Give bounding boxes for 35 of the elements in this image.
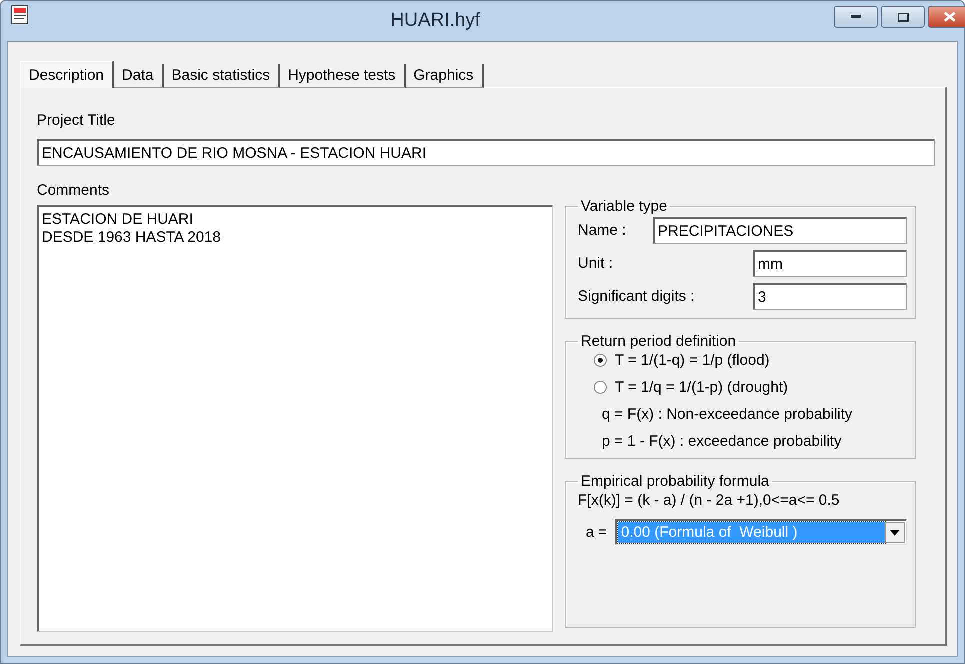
tab[interactable]: Data [114, 64, 164, 88]
input-field[interactable]: PRECIPITACIONES [653, 217, 907, 244]
group-title: Empirical probability formula [580, 473, 770, 490]
radio-button[interactable] [594, 354, 607, 367]
comments-field[interactable]: ESTACION DE HUARI DESDE 1963 HASTA 2018 [37, 205, 553, 632]
note-text: p = 1 - F(x) : exceedance probability [601, 433, 843, 450]
document-icon [11, 5, 29, 25]
field-label: Significant digits : [578, 288, 695, 305]
tab[interactable]: Description [20, 61, 114, 88]
caret-icon [890, 530, 900, 536]
close-icon [944, 12, 956, 22]
field-label: Name : [578, 222, 626, 239]
minimize-icon [851, 15, 861, 19]
close-button[interactable] [928, 6, 965, 28]
group-title: Return period definition [580, 333, 738, 350]
radio-option[interactable]: T = 1/(1-q) = 1/p (flood) [578, 352, 907, 369]
tab[interactable]: Hypothese tests [280, 64, 406, 88]
field-label: Comments [37, 182, 111, 199]
tab[interactable]: Basic statistics [164, 64, 280, 88]
group-title: Variable type [580, 198, 668, 215]
input-field[interactable]: 3 [753, 283, 907, 310]
maximize-button[interactable] [881, 6, 925, 28]
radio-button[interactable] [594, 381, 607, 394]
input-field[interactable]: ENCAUSAMIENTO DE RIO MOSNA - ESTACION HUARI [37, 139, 935, 166]
minimize-button[interactable] [834, 6, 878, 28]
field-label: Project Title [37, 112, 116, 129]
radio-option[interactable]: T = 1/q = 1/(1-p) (drought) [578, 379, 907, 396]
input-field[interactable]: mm [753, 250, 907, 277]
field-label: a = [586, 524, 608, 540]
formula-text: F[x(k)] = (k - a) / (n - 2a +1),0<=a<= 0.5 [578, 492, 841, 509]
tab[interactable]: Graphics [406, 64, 484, 88]
window-title: HUARI.hyf [390, 10, 482, 32]
field-label: Unit : [578, 255, 614, 272]
note-text: q = F(x) : Non-exceedance probability [601, 406, 854, 423]
maximize-icon [898, 12, 908, 22]
